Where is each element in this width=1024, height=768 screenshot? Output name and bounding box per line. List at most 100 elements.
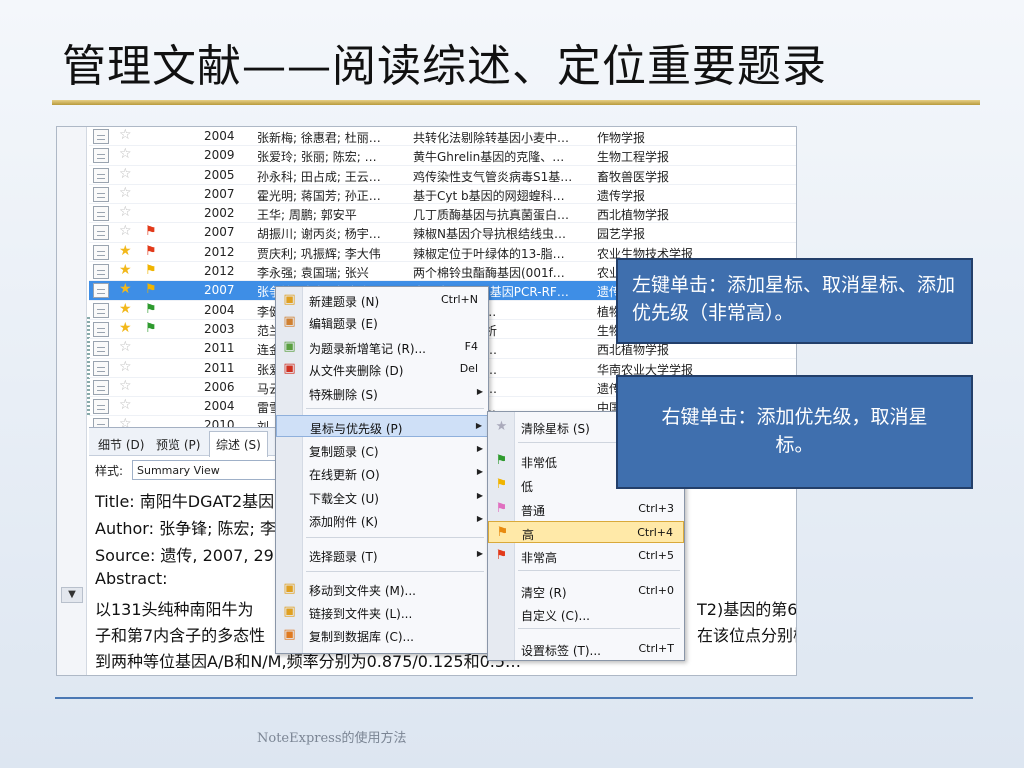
- table-row[interactable]: ☆ 2002 王华; 周鹏; 郭安平 几丁质酶基因与抗真菌蛋白… 西北植物学报: [89, 204, 796, 224]
- menu-separator: [306, 408, 484, 409]
- menu-item[interactable]: ▣ 为题录新增笔记 (R)... F4: [276, 336, 488, 358]
- tab-details[interactable]: 细节 (D): [93, 434, 149, 455]
- flag-icon[interactable]: ⚑: [145, 244, 163, 259]
- star-icon[interactable]: ★: [119, 301, 135, 317]
- flag-pink-icon: ⚑: [495, 501, 508, 516]
- star-icon[interactable]: ★: [119, 262, 135, 278]
- year-cell: 2006: [204, 379, 235, 394]
- submenu-item[interactable]: ⚑ 高 Ctrl+4: [488, 521, 684, 543]
- star-icon[interactable]: ☆: [119, 146, 135, 162]
- journal-cell: 畜牧兽医学报: [597, 169, 670, 184]
- table-row[interactable]: ☆ ⚑ 2007 胡振川; 谢丙炎; 杨宇… 辣椒N基因介导抗根结线虫… 园艺学报: [89, 223, 796, 243]
- menu-item[interactable]: 复制题录 (C) ▶: [276, 439, 488, 461]
- menu-item[interactable]: ▣ 链接到文件夹 (L)...: [276, 601, 488, 623]
- submenu-item-label: 非常低: [521, 456, 558, 470]
- flag-icon[interactable]: ⚑: [145, 263, 163, 278]
- title-cell: 两个棉铃虫酯酶基因(001f…: [413, 266, 565, 281]
- left-click-text: 左键单击：添加星标、取消星标、添加优先级（非常高）。: [632, 274, 956, 324]
- menu-separator: [306, 537, 484, 538]
- submenu-item-label: 普通: [521, 504, 546, 518]
- submenu-item[interactable]: 自定义 (C)...: [488, 603, 684, 625]
- menu-item-label: 移动到文件夹 (M)...: [309, 584, 416, 598]
- document-icon: [93, 148, 109, 164]
- style-select[interactable]: Summary View: [132, 460, 282, 480]
- authors-cell: 张爱玲; 张丽; 陈宏; …: [257, 150, 377, 165]
- star-icon: ★: [495, 419, 508, 434]
- title-cell: 鸡传染性支气管炎病毒S1基…: [413, 169, 573, 184]
- menu-item[interactable]: 添加附件 (K) ▶: [276, 509, 488, 531]
- table-row[interactable]: ☆ 2004 张新梅; 徐惠君; 杜丽… 共转化法剔除转基因小麦中… 作物学报: [89, 127, 796, 147]
- submenu-arrow-icon: ▶: [476, 491, 483, 500]
- slide-footer: NoteExpress的使用方法: [257, 731, 407, 746]
- star-icon[interactable]: ☆: [119, 359, 135, 375]
- star-icon[interactable]: ★: [119, 243, 135, 259]
- menu-item[interactable]: ▣ 新建题录 (N) Ctrl+N: [276, 289, 488, 311]
- menu-item[interactable]: ▣ 编辑题录 (E): [276, 311, 488, 333]
- table-row[interactable]: ☆ 2009 张爱玲; 张丽; 陈宏; … 黄牛Ghrelin基因的克隆、… 生物工程学…: [89, 146, 796, 166]
- document-icon: [93, 283, 109, 299]
- menu-item[interactable]: ▣ 复制到数据库 (C)...: [276, 624, 488, 646]
- menu-item[interactable]: ▣ 从文件夹删除 (D) Del: [276, 358, 488, 380]
- flag-icon[interactable]: ⚑: [145, 321, 163, 336]
- menu-item[interactable]: 选择题录 (T) ▶: [276, 544, 488, 566]
- submenu-item[interactable]: ⚑ 普通 Ctrl+3: [488, 498, 684, 520]
- star-icon[interactable]: ★: [119, 320, 135, 336]
- collapse-arrow-icon[interactable]: ▼: [61, 587, 83, 603]
- document-icon: [93, 186, 109, 202]
- authors-cell: 张新梅; 徐惠君; 杜丽…: [257, 131, 381, 145]
- summary-abstract-label: Abstract:: [95, 569, 168, 588]
- submenu-item[interactable]: 清空 (R) Ctrl+0: [488, 580, 684, 602]
- tab-preview[interactable]: 预览 (P): [151, 434, 205, 455]
- star-icon[interactable]: ☆: [119, 378, 135, 394]
- flag-icon[interactable]: ⚑: [145, 302, 163, 317]
- year-cell: 2003: [204, 321, 235, 336]
- year-cell: 2004: [204, 302, 235, 317]
- menu-item-label: 星标与优先级 (P): [310, 422, 403, 436]
- year-cell: 2012: [204, 264, 235, 279]
- star-icon[interactable]: ☆: [119, 397, 135, 413]
- left-click-callout: 左键单击：添加星标、取消星标、添加优先级（非常高）。: [616, 258, 973, 344]
- title-cell: 几丁质酶基因与抗真菌蛋白…: [413, 208, 570, 223]
- menu-separator: [518, 628, 680, 629]
- style-label: 样式:: [95, 464, 124, 478]
- submenu-arrow-icon: ▶: [476, 387, 483, 396]
- context-menu: ▣ 新建题录 (N) Ctrl+N ▣ 编辑题录 (E) ▣ 为题录新增笔记 (R)... F…: [275, 286, 489, 654]
- copy-db-icon: ▣: [283, 627, 296, 642]
- menu-item[interactable]: 特殊删除 (S) ▶: [276, 382, 488, 404]
- menu-item[interactable]: 在线更新 (O) ▶: [276, 462, 488, 484]
- year-cell: 2007: [204, 186, 235, 201]
- submenu-item-shortcut: Ctrl+3: [638, 502, 674, 515]
- menu-item-label: 从文件夹删除 (D): [309, 364, 404, 378]
- menu-item[interactable]: 星标与优先级 (P) ▶: [276, 415, 488, 437]
- flag-red-icon: ⚑: [495, 548, 508, 563]
- menu-item-label: 为题录新增笔记 (R)...: [309, 342, 426, 356]
- star-icon[interactable]: ☆: [119, 166, 135, 182]
- summary-title: Title: 南阳牛DGAT2基因: [95, 492, 275, 511]
- star-icon[interactable]: ☆: [119, 185, 135, 201]
- menu-item[interactable]: ▣ 移动到文件夹 (M)...: [276, 578, 488, 600]
- menu-item-shortcut: Del: [459, 362, 478, 375]
- table-row[interactable]: ☆ 2007 霍光明; 蒋国芳; 孙正… 基于Cyt b基因的网翅蝗科… 遗传学报: [89, 185, 796, 205]
- star-icon[interactable]: ☆: [119, 204, 135, 220]
- year-cell: 2007: [204, 283, 235, 298]
- flag-icon[interactable]: ⚑: [145, 224, 163, 239]
- star-icon[interactable]: ☆: [119, 127, 135, 143]
- summary-source: Source: 遗传, 2007, 29: [95, 546, 274, 565]
- submenu-arrow-icon: ▶: [476, 444, 483, 453]
- edit-record-icon: ▣: [283, 314, 296, 329]
- menu-item[interactable]: 下载全文 (U) ▶: [276, 486, 488, 508]
- menu-item-label: 链接到文件夹 (L)...: [309, 607, 413, 621]
- flag-icon[interactable]: ⚑: [145, 282, 163, 297]
- add-note-icon: ▣: [283, 339, 296, 354]
- abstract-line: 子和第7内含子的多态性: [95, 626, 266, 645]
- table-row[interactable]: ☆ 2005 孙永科; 田占成; 王云… 鸡传染性支气管炎病毒S1基… 畜牧兽医学报: [89, 166, 796, 185]
- star-icon[interactable]: ★: [119, 281, 135, 297]
- submenu-item[interactable]: 设置标签 (T)... Ctrl+T: [488, 638, 684, 660]
- submenu-item-shortcut: Ctrl+0: [638, 584, 674, 597]
- submenu-arrow-icon: ▶: [476, 467, 483, 476]
- star-icon[interactable]: ☆: [119, 339, 135, 355]
- tab-summary[interactable]: 综述 (S): [209, 431, 268, 457]
- title-cell: 黄牛Ghrelin基因的克隆、…: [413, 150, 565, 165]
- submenu-item[interactable]: ⚑ 非常高 Ctrl+5: [488, 545, 684, 567]
- star-icon[interactable]: ☆: [119, 223, 135, 239]
